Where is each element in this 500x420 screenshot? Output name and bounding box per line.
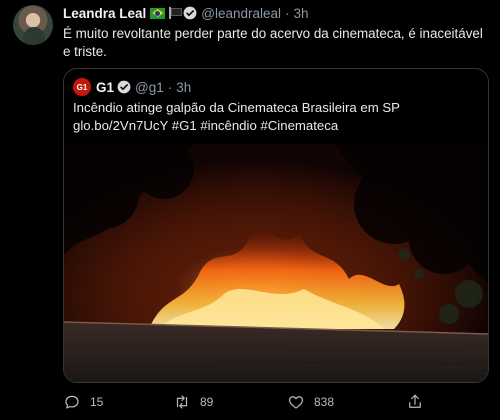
quoted-timestamp[interactable]: 3h	[176, 80, 191, 95]
reply-count: 15	[90, 395, 104, 409]
quoted-link-hashtags[interactable]: glo.bo/2Vn7UcY #G1 #incêndio #Cinemateca	[73, 117, 483, 135]
reply-icon	[65, 395, 79, 409]
separator-dot: ·	[285, 5, 290, 21]
verified-icon	[183, 6, 197, 20]
g1-logo: G1	[73, 78, 91, 96]
quoted-headline: Incêndio atinge galpão da Cinemateca Bra…	[73, 100, 400, 115]
share-button[interactable]	[406, 392, 424, 412]
quoted-tweet[interactable]: G1 G1 @g1 · 3h Incêndio atinge galpão da…	[63, 68, 489, 383]
share-icon	[409, 394, 421, 408]
tweet[interactable]: Leandra Leal @leandraleal · 3h É muito r…	[0, 0, 500, 420]
reply-button[interactable]: 15	[63, 392, 103, 412]
avatar[interactable]	[13, 5, 53, 45]
brazil-flag-icon	[150, 7, 166, 19]
quoted-tweet-text: Incêndio atinge galpão da Cinemateca Bra…	[73, 99, 483, 135]
fire-photo[interactable]	[64, 139, 488, 382]
tweet-header: Leandra Leal @leandraleal · 3h	[63, 4, 309, 22]
verified-icon	[117, 80, 131, 94]
author-handle[interactable]: @leandraleal	[201, 6, 281, 21]
tweet-actions: 15 89 838	[63, 392, 463, 412]
retweet-icon	[176, 395, 188, 409]
quoted-author-name[interactable]: G1	[96, 80, 114, 95]
retweet-button[interactable]: 89	[173, 392, 213, 412]
quoted-tweet-header: G1 G1 @g1 · 3h	[73, 78, 191, 96]
separator-dot: ·	[167, 79, 173, 95]
retweet-count: 89	[200, 395, 214, 409]
like-button[interactable]: 838	[287, 392, 334, 412]
tweet-text: É muito revoltante perder parte do acerv…	[63, 26, 483, 59]
quoted-author-handle[interactable]: @g1	[135, 80, 164, 95]
black-flag-icon	[168, 7, 182, 19]
like-count: 838	[314, 395, 335, 409]
author-name[interactable]: Leandra Leal	[63, 6, 146, 21]
tweet-timestamp[interactable]: 3h	[294, 6, 309, 21]
like-icon	[288, 396, 304, 409]
